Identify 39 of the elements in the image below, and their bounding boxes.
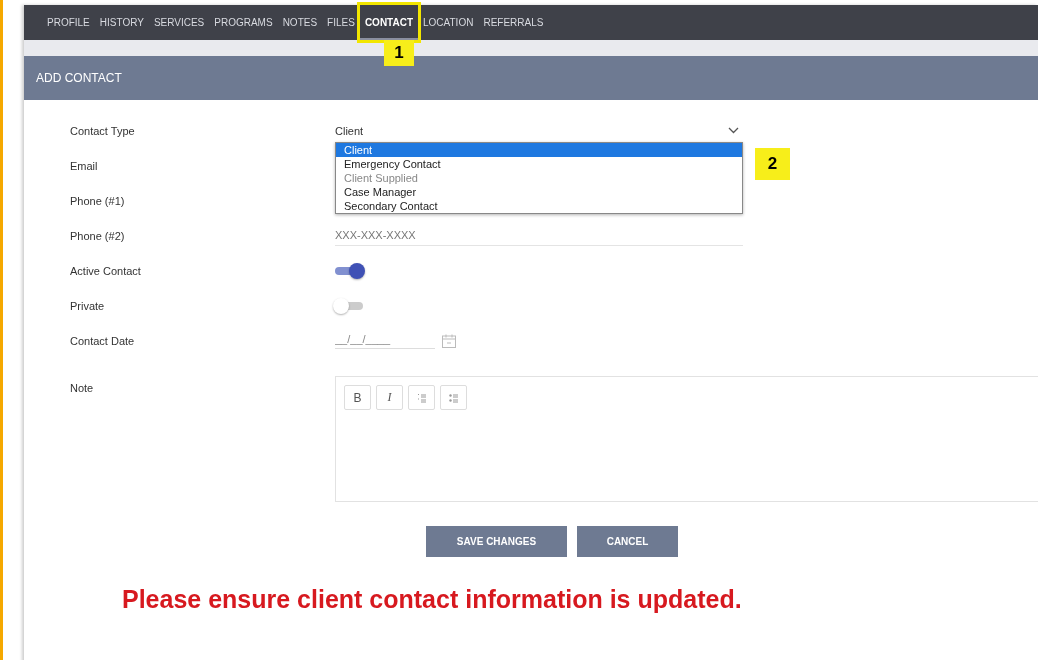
field-label: Note [70,381,95,394]
tab[interactable]: PROFILE [42,5,95,40]
field-label: Active Contact [70,264,142,277]
dropdown-option[interactable]: Emergency Contact [336,156,742,171]
dropdown-option[interactable]: Client [336,142,742,157]
field-label: Email [70,159,99,172]
panel-title: ADD CONTACT [36,71,122,85]
tab[interactable]: SERVICES [148,5,210,40]
numbered-list-button[interactable] [408,385,435,410]
italic-button[interactable]: I [376,385,403,410]
form-button[interactable]: SAVE CHANGES [426,526,567,557]
numbered-list-icon [416,392,427,403]
tab[interactable]: FILES [322,5,360,40]
tab[interactable]: PROGRAMS [209,5,278,40]
note-editor[interactable]: B I [335,376,1038,502]
form-button[interactable]: CANCEL [577,526,678,557]
dropdown-option[interactable]: Secondary Contact [336,198,742,213]
field-label: Phone (#2) [70,229,126,242]
date-input[interactable]: __/__/____ [335,332,435,349]
callout-badge: 1 [383,40,414,66]
tab[interactable]: REFERRALS [478,5,549,40]
field-label: Private [70,299,106,312]
contact-type-select[interactable]: Client [335,120,743,141]
field-label: Contact Date [70,334,136,347]
chevron-down-icon [728,127,739,134]
field-label: Phone (#1) [70,194,126,207]
tab[interactable]: NOTES [277,5,323,40]
select-value: Client [335,124,364,137]
dropdown-option[interactable]: Case Manager [336,184,742,199]
field-label: Contact Type [70,124,136,137]
tab[interactable]: HISTORY [94,5,149,40]
calendar-icon[interactable] [441,332,457,349]
bold-button[interactable]: B [344,385,371,410]
callout-badge: 2 [755,147,790,180]
bullet-list-icon [448,392,459,403]
tab[interactable]: CONTACT [359,5,418,40]
bullet-list-button[interactable] [440,385,467,410]
notice-text: Please ensure client contact information is updated. [122,585,743,614]
tab[interactable]: LOCATION [418,5,479,40]
